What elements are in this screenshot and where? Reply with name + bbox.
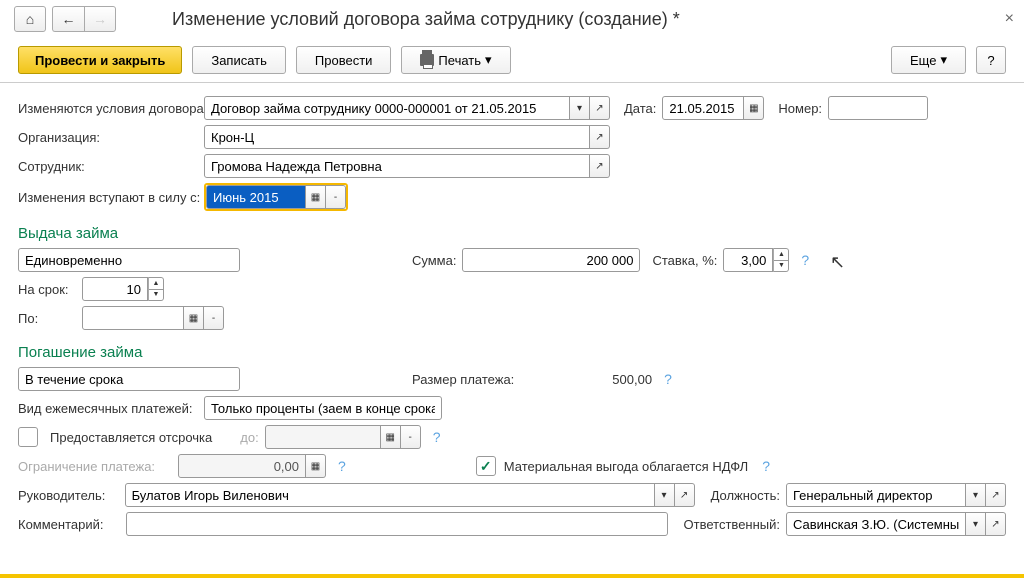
until-input[interactable] [82,306,184,330]
term-spinner[interactable]: ▲▼ [148,277,164,301]
defer-until-label: до: [240,430,258,445]
help-icon[interactable]: ? [433,429,441,445]
help-button[interactable]: ? [976,46,1006,74]
help-icon[interactable]: ? [338,458,346,474]
position-input[interactable] [786,483,966,507]
ndfl-checkbox[interactable] [476,456,496,476]
emp-input[interactable] [204,154,590,178]
back-button[interactable]: ← [52,6,84,32]
loan-type-input[interactable] [18,248,240,272]
manager-label: Руководитель: [18,488,119,503]
amount-input[interactable] [462,248,640,272]
comment-label: Комментарий: [18,517,120,532]
monthly-label: Вид ежемесячных платежей: [18,401,198,416]
defer-checkbox[interactable] [18,427,38,447]
open-button[interactable]: ↗ [675,483,695,507]
date-input[interactable] [662,96,744,120]
write-button[interactable]: Записать [192,46,286,74]
effective-label: Изменения вступают в силу с: [18,190,198,205]
date-label: Дата: [624,101,656,116]
clear-button[interactable]: - [326,185,346,209]
monthly-input[interactable] [204,396,442,420]
limit-input [178,454,306,478]
ndfl-label: Материальная выгода облагается НДФЛ [504,459,748,474]
responsible-label: Ответственный: [684,517,780,532]
status-line [0,574,1024,578]
calendar-button[interactable]: ▦ [184,306,204,330]
page-title: Изменение условий договора займа сотрудн… [172,9,680,30]
effective-input[interactable] [206,185,306,209]
post-button[interactable]: Провести [296,46,392,74]
repayment-section: Погашение займа [18,344,1006,361]
calc-button: ▦ [306,454,326,478]
open-button[interactable]: ↗ [590,96,610,120]
calendar-button: ▦ [381,425,401,449]
limit-label: Ограничение платежа: [18,459,172,474]
home-button[interactable]: ⌂ [14,6,46,32]
help-icon[interactable]: ? [762,458,770,474]
open-button[interactable]: ↗ [590,125,610,149]
calendar-button[interactable]: ▦ [306,185,326,209]
chevron-down-icon: ▾ [485,52,492,68]
loan-issue-section: Выдача займа [18,225,1006,242]
dropdown-button[interactable]: ▾ [570,96,590,120]
post-and-close-button[interactable]: Провести и закрыть [18,46,182,74]
emp-label: Сотрудник: [18,159,198,174]
open-button[interactable]: ↗ [986,483,1006,507]
printer-icon [420,54,434,66]
payment-label: Размер платежа: [412,372,514,387]
manager-input[interactable] [125,483,655,507]
dropdown-button[interactable]: ▾ [966,483,986,507]
term-input[interactable] [82,277,148,301]
rate-spinner[interactable]: ▲▼ [773,248,789,272]
defer-label: Предоставляется отсрочка [50,430,212,445]
responsible-input[interactable] [786,512,966,536]
help-icon[interactable]: ? [801,252,809,268]
calendar-button[interactable]: ▦ [744,96,764,120]
defer-until-input [265,425,381,449]
number-input[interactable] [828,96,928,120]
rate-input[interactable] [723,248,773,272]
more-button[interactable]: Еще ▾ [891,46,966,74]
position-label: Должность: [711,488,780,503]
dropdown-button[interactable]: ▾ [655,483,675,507]
contract-input[interactable] [204,96,570,120]
close-icon[interactable]: × [1005,10,1014,28]
term-label: На срок: [18,282,76,297]
rate-label: Ставка, %: [652,253,717,268]
dropdown-button[interactable]: ▾ [966,512,986,536]
number-label: Номер: [778,101,822,116]
clear-button[interactable]: - [204,306,224,330]
open-button[interactable]: ↗ [986,512,1006,536]
amount-label: Сумма: [412,253,456,268]
comment-input[interactable] [126,512,667,536]
print-button[interactable]: Печать ▾ [401,46,510,74]
chevron-down-icon: ▾ [940,52,947,68]
forward-button[interactable]: → [84,6,116,32]
org-input[interactable] [204,125,590,149]
open-button[interactable]: ↗ [590,154,610,178]
until-label: По: [18,311,76,326]
help-icon[interactable]: ? [664,371,672,387]
payment-value: 500,00 [612,372,652,387]
contract-label: Изменяются условия договора: [18,101,198,116]
repayment-type-input[interactable] [18,367,240,391]
org-label: Организация: [18,130,198,145]
clear-button: - [401,425,421,449]
